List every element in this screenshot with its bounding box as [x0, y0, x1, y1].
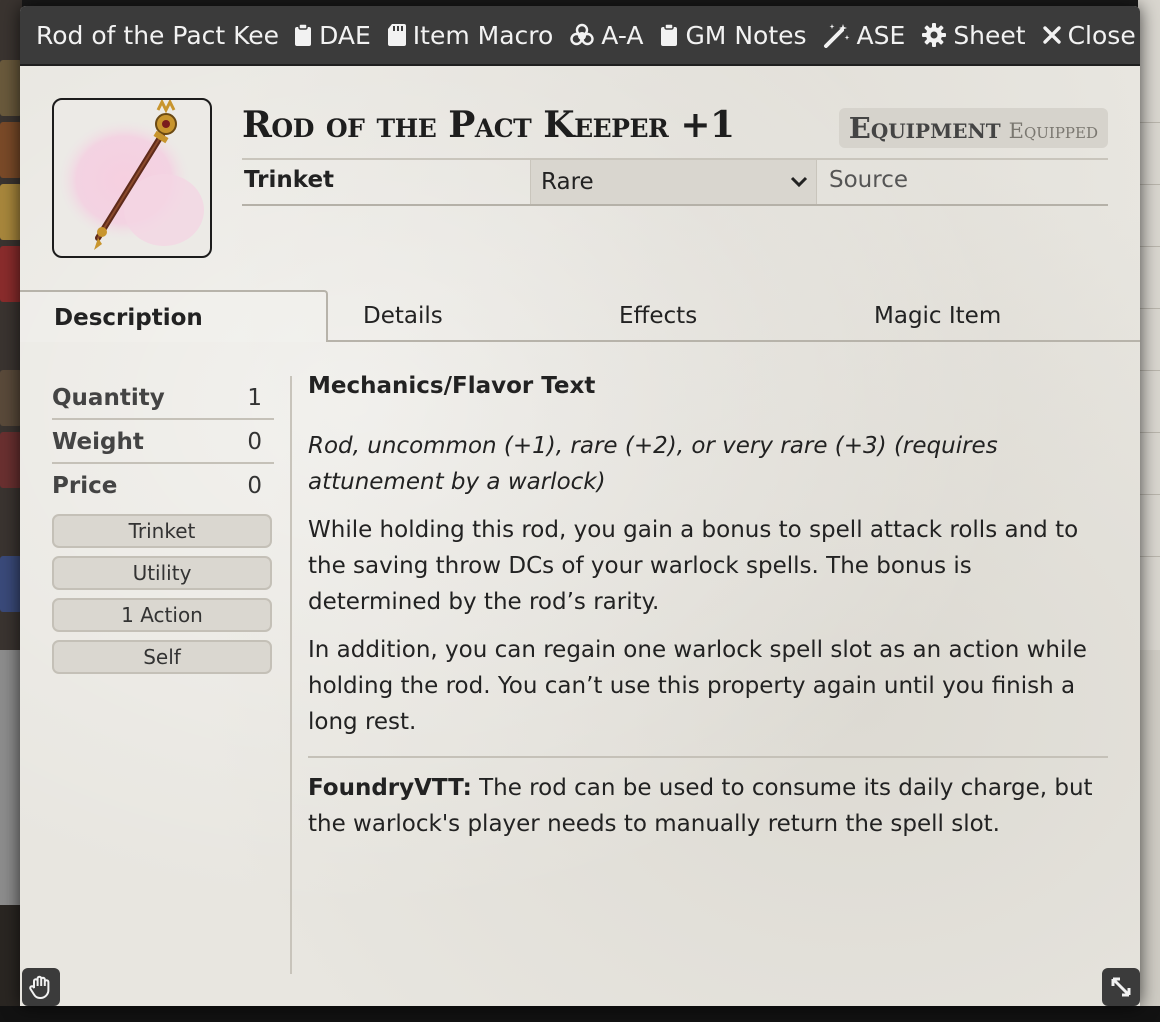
- gm-notes-button-label: GM Notes: [685, 20, 807, 50]
- resize-handle[interactable]: [1102, 968, 1140, 1006]
- biohazard-icon: [570, 23, 594, 46]
- rarity-select-value: Rare: [541, 169, 594, 195]
- item-meta-row: Trinket Rare Source: [242, 158, 1108, 206]
- hand-icon: [29, 975, 50, 999]
- background-left-strip: [0, 0, 22, 1022]
- rarity-select[interactable]: Rare: [531, 160, 817, 204]
- sd-card-icon: [387, 24, 406, 46]
- item-type-label: Equipment: [848, 111, 1001, 145]
- foundry-note-label: FoundryVTT:: [308, 775, 472, 801]
- tab-effects[interactable]: Effects: [584, 290, 838, 342]
- property-tag: Trinket: [52, 514, 272, 548]
- close-icon: [1042, 26, 1061, 44]
- a-a-button-label: A-A: [601, 20, 644, 50]
- property-tag: Utility: [52, 556, 272, 590]
- sheet-config-button-label: Sheet: [953, 20, 1026, 50]
- close-button[interactable]: Close: [1042, 21, 1136, 50]
- description-paragraph: In addition, you can regain one warlock …: [308, 637, 1087, 735]
- tab-magic-item[interactable]: Magic Item: [838, 290, 1140, 342]
- chevron-down-icon: [790, 176, 808, 188]
- description-paragraph: While holding this rod, you gain a bonus…: [308, 517, 1079, 615]
- tab-description[interactable]: Description: [20, 290, 328, 342]
- weight-label: Weight: [52, 429, 144, 455]
- flavor-text: Rod, uncommon (+1), rare (+2), or very r…: [308, 433, 998, 495]
- drag-handle-button[interactable]: [22, 968, 60, 1006]
- gear-icon: [922, 23, 947, 47]
- item-header: Rod of the Pact Keeper +1 Equipment Equi…: [20, 66, 1140, 296]
- clipboard-icon: [295, 23, 312, 46]
- weight-input[interactable]: 0: [247, 422, 274, 462]
- dae-button-label: DAE: [319, 20, 371, 50]
- sheet-config-button[interactable]: Sheet: [921, 20, 1026, 50]
- item-properties-sidebar: Quantity 1 Weight 0 Price 0 Trinket Util…: [52, 378, 274, 674]
- item-name[interactable]: Rod of the Pact Keeper +1: [242, 104, 735, 146]
- quantity-row: Quantity 1: [52, 378, 274, 420]
- background-bottom-strip: [0, 1006, 1160, 1022]
- content-divider: [290, 376, 292, 974]
- clipboard-icon: [661, 23, 678, 46]
- item-macro-button[interactable]: Item Macro: [387, 20, 554, 50]
- ase-button-label: ASE: [856, 20, 906, 50]
- foundry-note: FoundryVTT: The rod can be used to consu…: [308, 770, 1108, 842]
- property-tag: 1 Action: [52, 598, 272, 632]
- item-type-badge: Equipment Equipped: [838, 108, 1108, 148]
- description-heading: Mechanics/Flavor Text: [308, 373, 596, 399]
- item-image[interactable]: [52, 98, 212, 258]
- item-macro-button-label: Item Macro: [412, 20, 554, 50]
- property-tag: Self: [52, 640, 272, 674]
- ase-button[interactable]: ASE: [823, 20, 906, 50]
- window-title: Rod of the Pact Kee: [36, 20, 280, 50]
- window-titlebar[interactable]: Rod of the Pact Kee DAE Item Macro A-A G…: [20, 6, 1140, 66]
- item-subtype: Trinket: [242, 160, 531, 204]
- price-row: Price 0: [52, 466, 274, 506]
- quantity-label: Quantity: [52, 385, 165, 411]
- magic-wand-icon: [823, 24, 850, 48]
- source-field[interactable]: Source: [817, 160, 1108, 204]
- item-sheet-window: Rod of the Pact Kee DAE Item Macro A-A G…: [20, 6, 1140, 1006]
- price-input[interactable]: 0: [247, 466, 274, 506]
- rod-image: [56, 100, 204, 250]
- description-rule: [308, 756, 1108, 758]
- equipped-status: Equipped: [1008, 119, 1098, 143]
- sheet-tabs: Description Details Effects Magic Item: [20, 290, 1140, 342]
- background-right-strip: [1138, 0, 1160, 1022]
- close-button-label: Close: [1067, 20, 1136, 50]
- quantity-input[interactable]: 1: [247, 378, 274, 418]
- price-label: Price: [52, 473, 118, 499]
- weight-row: Weight 0: [52, 422, 274, 464]
- description-editor[interactable]: Mechanics/Flavor Text Rod, uncommon (+1)…: [308, 368, 1108, 842]
- gm-notes-button[interactable]: GM Notes: [659, 20, 807, 50]
- dae-button[interactable]: DAE: [293, 21, 371, 50]
- tab-details[interactable]: Details: [328, 290, 584, 342]
- resize-icon: [1111, 977, 1131, 997]
- a-a-button[interactable]: A-A: [569, 21, 643, 50]
